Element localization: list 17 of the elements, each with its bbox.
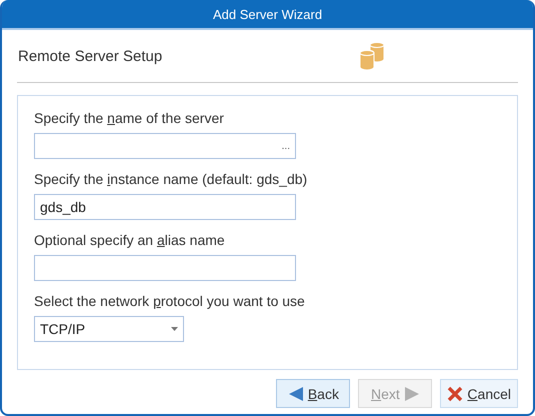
close-icon (447, 386, 464, 402)
field-label: Optional specify an alias name (34, 232, 226, 248)
field-label: Select the network protocol you want to use (34, 293, 306, 309)
window-title: Add Server Wizard (2, 0, 533, 30)
caret-icon (171, 327, 178, 331)
next-arrow-icon (404, 386, 420, 402)
browse-button[interactable]: ... (282, 140, 290, 152)
cancel-button[interactable]: Cancel (440, 379, 518, 408)
back-button[interactable]: Back (276, 379, 350, 408)
field-label: Specify the name of the server (34, 110, 225, 126)
protocol-dropdown[interactable]: TCP/IP (34, 316, 184, 342)
input-field[interactable] (34, 255, 296, 281)
input-field[interactable]: gds_db (34, 194, 296, 220)
server-name-field[interactable]: ... (34, 133, 296, 159)
back-arrow-icon (288, 386, 304, 402)
page-title: Remote Server Setup (18, 48, 162, 64)
field-label: Specify the instance name (default: gds_db) (34, 171, 308, 187)
